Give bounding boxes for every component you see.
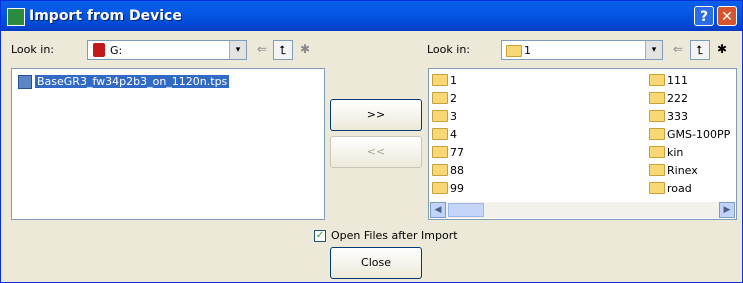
folder-name: 4 [450,128,457,141]
folder-icon [649,128,665,140]
list-item[interactable]: 99 [432,181,464,197]
scroll-right-icon[interactable]: ▶ [719,202,735,218]
folder-icon [432,110,448,122]
device-file-list[interactable]: BaseGR3_fw34p2b3_on_1120n.tps [11,68,325,220]
list-item[interactable]: 1 [432,73,457,89]
close-button[interactable]: Close [330,247,422,279]
up-folder-button[interactable]: ⮤ [690,40,710,60]
scroll-left-icon[interactable]: ◀ [430,202,446,218]
list-item[interactable]: kin [649,145,683,161]
target-folder-list[interactable]: 1 2 3 4 77 88 99 111 222 333 GMS-100PP k… [428,68,737,220]
up-folder-icon: ⮤ [279,43,287,57]
remove-from-import-button[interactable]: << [330,136,422,168]
list-item[interactable]: road [649,181,692,197]
list-item[interactable]: 3 [432,109,457,125]
title-bar: Import from Device ? ✕ [1,1,742,31]
help-button[interactable]: ? [694,6,714,26]
folder-icon [432,74,448,86]
list-item[interactable]: 2 [432,91,457,107]
horizontal-scrollbar[interactable]: ◀ ▶ [430,202,735,218]
up-folder-icon: ⮤ [696,43,704,57]
folder-icon [649,146,665,158]
list-item[interactable]: 4 [432,127,457,143]
open-after-import-label: Open Files after Import [331,229,458,242]
app-icon [7,8,25,26]
folder-name: GMS-100PP [667,128,731,141]
folder-icon [432,92,448,104]
folder-name: road [667,182,692,195]
add-to-import-button[interactable]: >> [330,99,422,131]
folder-select-value: 1 [524,44,531,57]
folder-name: 111 [667,74,688,87]
new-folder-icon[interactable]: ✱ [712,40,732,60]
list-item[interactable]: Rinex [649,163,698,179]
file-name: BaseGR3_fw34p2b3_on_1120n.tps [35,75,230,88]
list-item[interactable]: BaseGR3_fw34p2b3_on_1120n.tps [18,74,230,90]
drive-icon [93,43,105,57]
folder-icon [432,128,448,140]
back-icon[interactable]: ⇐ [668,40,688,60]
folder-icon [649,74,665,86]
folder-icon [506,45,522,57]
window-title: Import from Device [29,8,182,24]
folder-icon [649,92,665,104]
folder-name: kin [667,146,684,159]
list-item[interactable]: 333 [649,109,688,125]
folder-name: 222 [667,92,688,105]
list-item[interactable]: 222 [649,91,688,107]
folder-name: Rinex [667,164,698,177]
folder-name: 88 [450,164,464,177]
list-item[interactable]: 111 [649,73,688,89]
folder-icon [649,182,665,194]
folder-name: 1 [450,74,457,87]
drive-select-value: G: [110,44,123,57]
list-item[interactable]: 77 [432,145,464,161]
close-window-button[interactable]: ✕ [717,6,737,26]
folder-icon [432,182,448,194]
drive-select[interactable]: G: ▾ [87,40,247,60]
list-item[interactable]: GMS-100PP [649,127,730,143]
folder-icon [432,164,448,176]
folder-name: 99 [450,182,464,195]
back-icon[interactable]: ⇐ [252,40,272,60]
import-dialog: Import from Device ? ✕ Look in: G: ▾ ⇐ ⮤… [0,0,743,283]
folder-select[interactable]: 1 ▾ [501,40,663,60]
folder-name: 2 [450,92,457,105]
file-icon [18,75,32,89]
folder-name: 3 [450,110,457,123]
left-look-in-label: Look in: [11,43,54,56]
folder-name: 77 [450,146,464,159]
folder-name: 333 [667,110,688,123]
scroll-thumb[interactable] [448,203,484,217]
right-look-in-label: Look in: [427,43,470,56]
folder-icon [432,146,448,158]
new-folder-icon[interactable]: ✱ [295,40,315,60]
folder-icon [649,164,665,176]
up-folder-button[interactable]: ⮤ [273,40,293,60]
chevron-down-icon[interactable]: ▾ [645,41,662,59]
open-after-import-checkbox[interactable]: ✓ [314,230,326,242]
list-item[interactable]: 88 [432,163,464,179]
chevron-down-icon[interactable]: ▾ [229,41,246,59]
folder-icon [649,110,665,122]
